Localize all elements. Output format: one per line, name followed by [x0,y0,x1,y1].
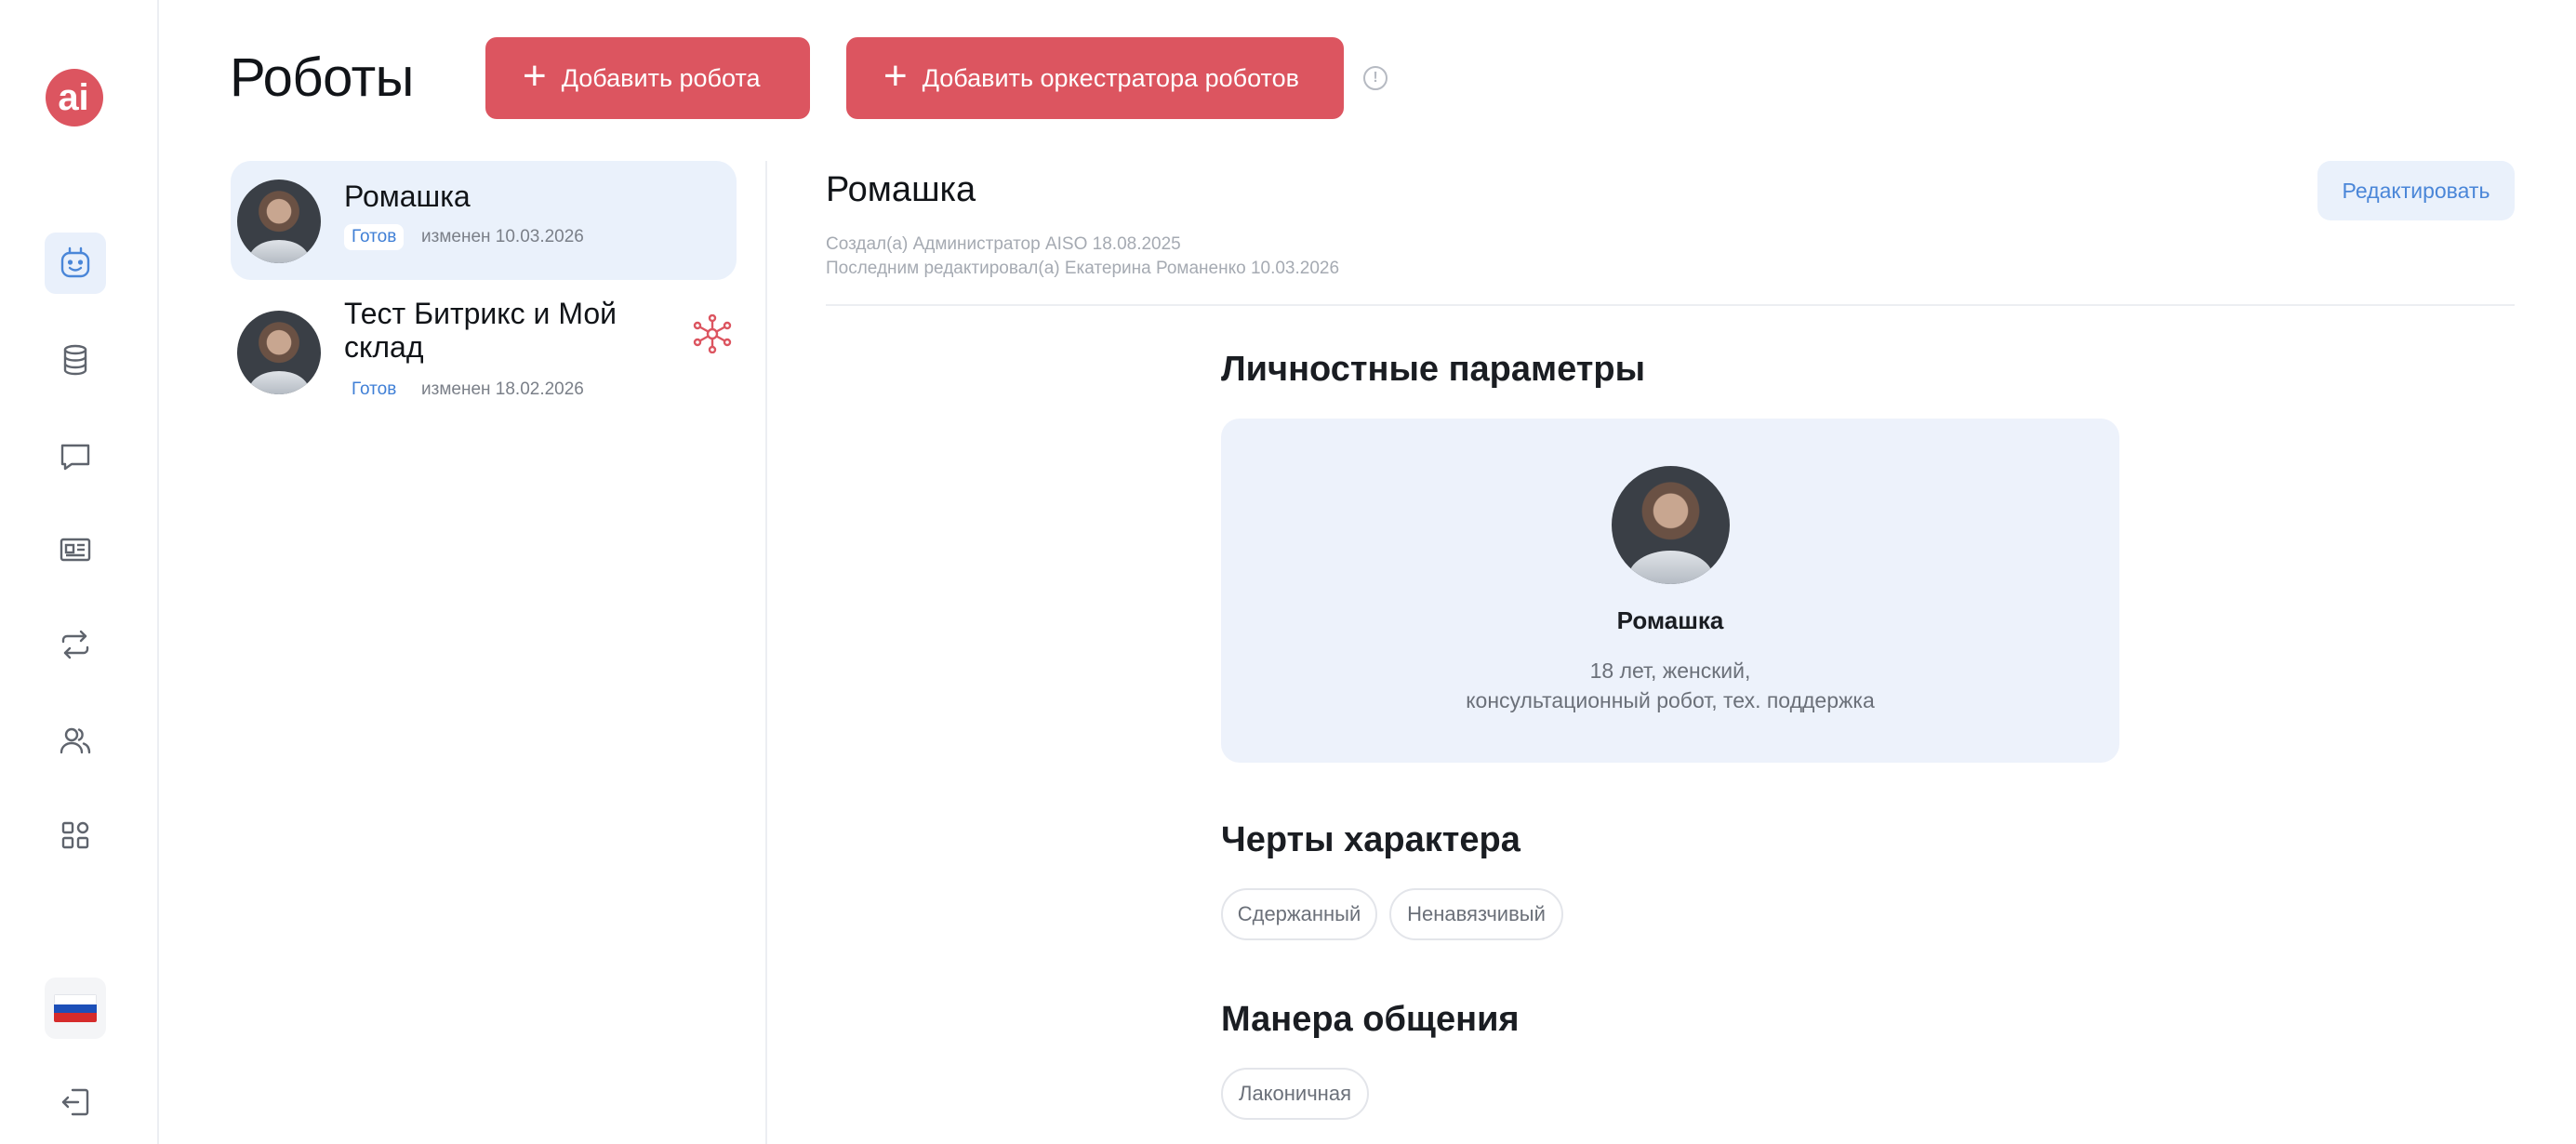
robot-avatar [237,180,321,263]
page-title: Роботы [230,47,414,108]
add-orchestrator-button[interactable]: + Добавить оркестратора роботов [846,37,1344,119]
sidebar-item-chats[interactable] [45,426,106,487]
section-heading-personal: Личностные параметры [1221,350,1646,389]
russian-flag-icon [54,994,97,1022]
chat-bubble-icon [60,444,90,471]
sidebar-item-database[interactable] [45,329,106,391]
persona-name: Ромашка [1616,606,1724,634]
grid-icon [61,821,89,849]
sidebar-item-users[interactable] [45,710,106,771]
users-icon [60,727,91,754]
sidebar-item-integrations[interactable] [45,614,106,675]
trait-chip: Ненавязчивый [1389,888,1563,940]
robot-avatar [237,311,321,394]
logout-button[interactable] [45,1071,106,1133]
status-badge: Готов [344,224,405,250]
sidebar-item-news[interactable] [45,519,106,580]
add-orchestrator-label: Добавить оркестратора роботов [922,63,1299,92]
plus-icon: + [523,53,547,99]
plus-icon: + [883,53,908,99]
database-icon [63,344,87,376]
created-by: Создал(а) Администратор AISO 18.08.2025 [826,234,1181,254]
logo-icon[interactable]: ai [45,68,104,127]
add-robot-label: Добавить робота [561,63,761,92]
status-badge: Готов [344,377,405,403]
sidebar-item-robots[interactable] [45,233,106,294]
detail-divider [826,304,2515,306]
persona-description-line2: консультационный робот, тех. поддержка [1466,688,1875,712]
robot-face-icon [60,246,90,278]
robot-name: Ромашка [344,180,471,213]
logout-icon [61,1088,89,1116]
sidebar: ai [0,0,159,1144]
add-robot-button[interactable]: + Добавить робота [485,37,810,119]
section-heading-manner: Манера общения [1221,1000,1520,1039]
robot-list-item[interactable]: Ромашка Готов изменен 10.03.2026 [231,161,737,280]
info-icon[interactable]: ! [1363,66,1388,90]
language-switcher[interactable] [45,978,106,1039]
persona-card: Ромашка 18 лет, женский, консультационны… [1221,419,2119,763]
robot-name: Тест Битрикс и Мой склад [344,297,617,364]
last-edited-by: Последним редактировал(а) Екатерина Рома… [826,259,1340,278]
column-divider [765,161,767,1144]
svg-text:ai: ai [58,77,88,118]
manner-chip: Лаконичная [1221,1068,1369,1120]
modified-date: изменен 18.02.2026 [421,379,584,399]
newspaper-icon [60,538,91,562]
repeat-arrows-icon [61,630,89,659]
orchestrator-network-icon [693,314,732,353]
sidebar-item-apps[interactable] [45,805,106,866]
trait-chip: Сдержанный [1221,888,1377,940]
edit-button[interactable]: Редактировать [2317,161,2515,220]
persona-description-line1: 18 лет, женский, [1589,658,1751,683]
persona-avatar [1612,466,1730,584]
modified-date: изменен 10.03.2026 [421,227,584,246]
robot-detail-title: Ромашка [826,170,976,209]
section-heading-traits: Черты характера [1221,820,1520,859]
robot-list-item[interactable]: Тест Битрикс и Мой склад Готов изменен 1… [231,288,737,409]
